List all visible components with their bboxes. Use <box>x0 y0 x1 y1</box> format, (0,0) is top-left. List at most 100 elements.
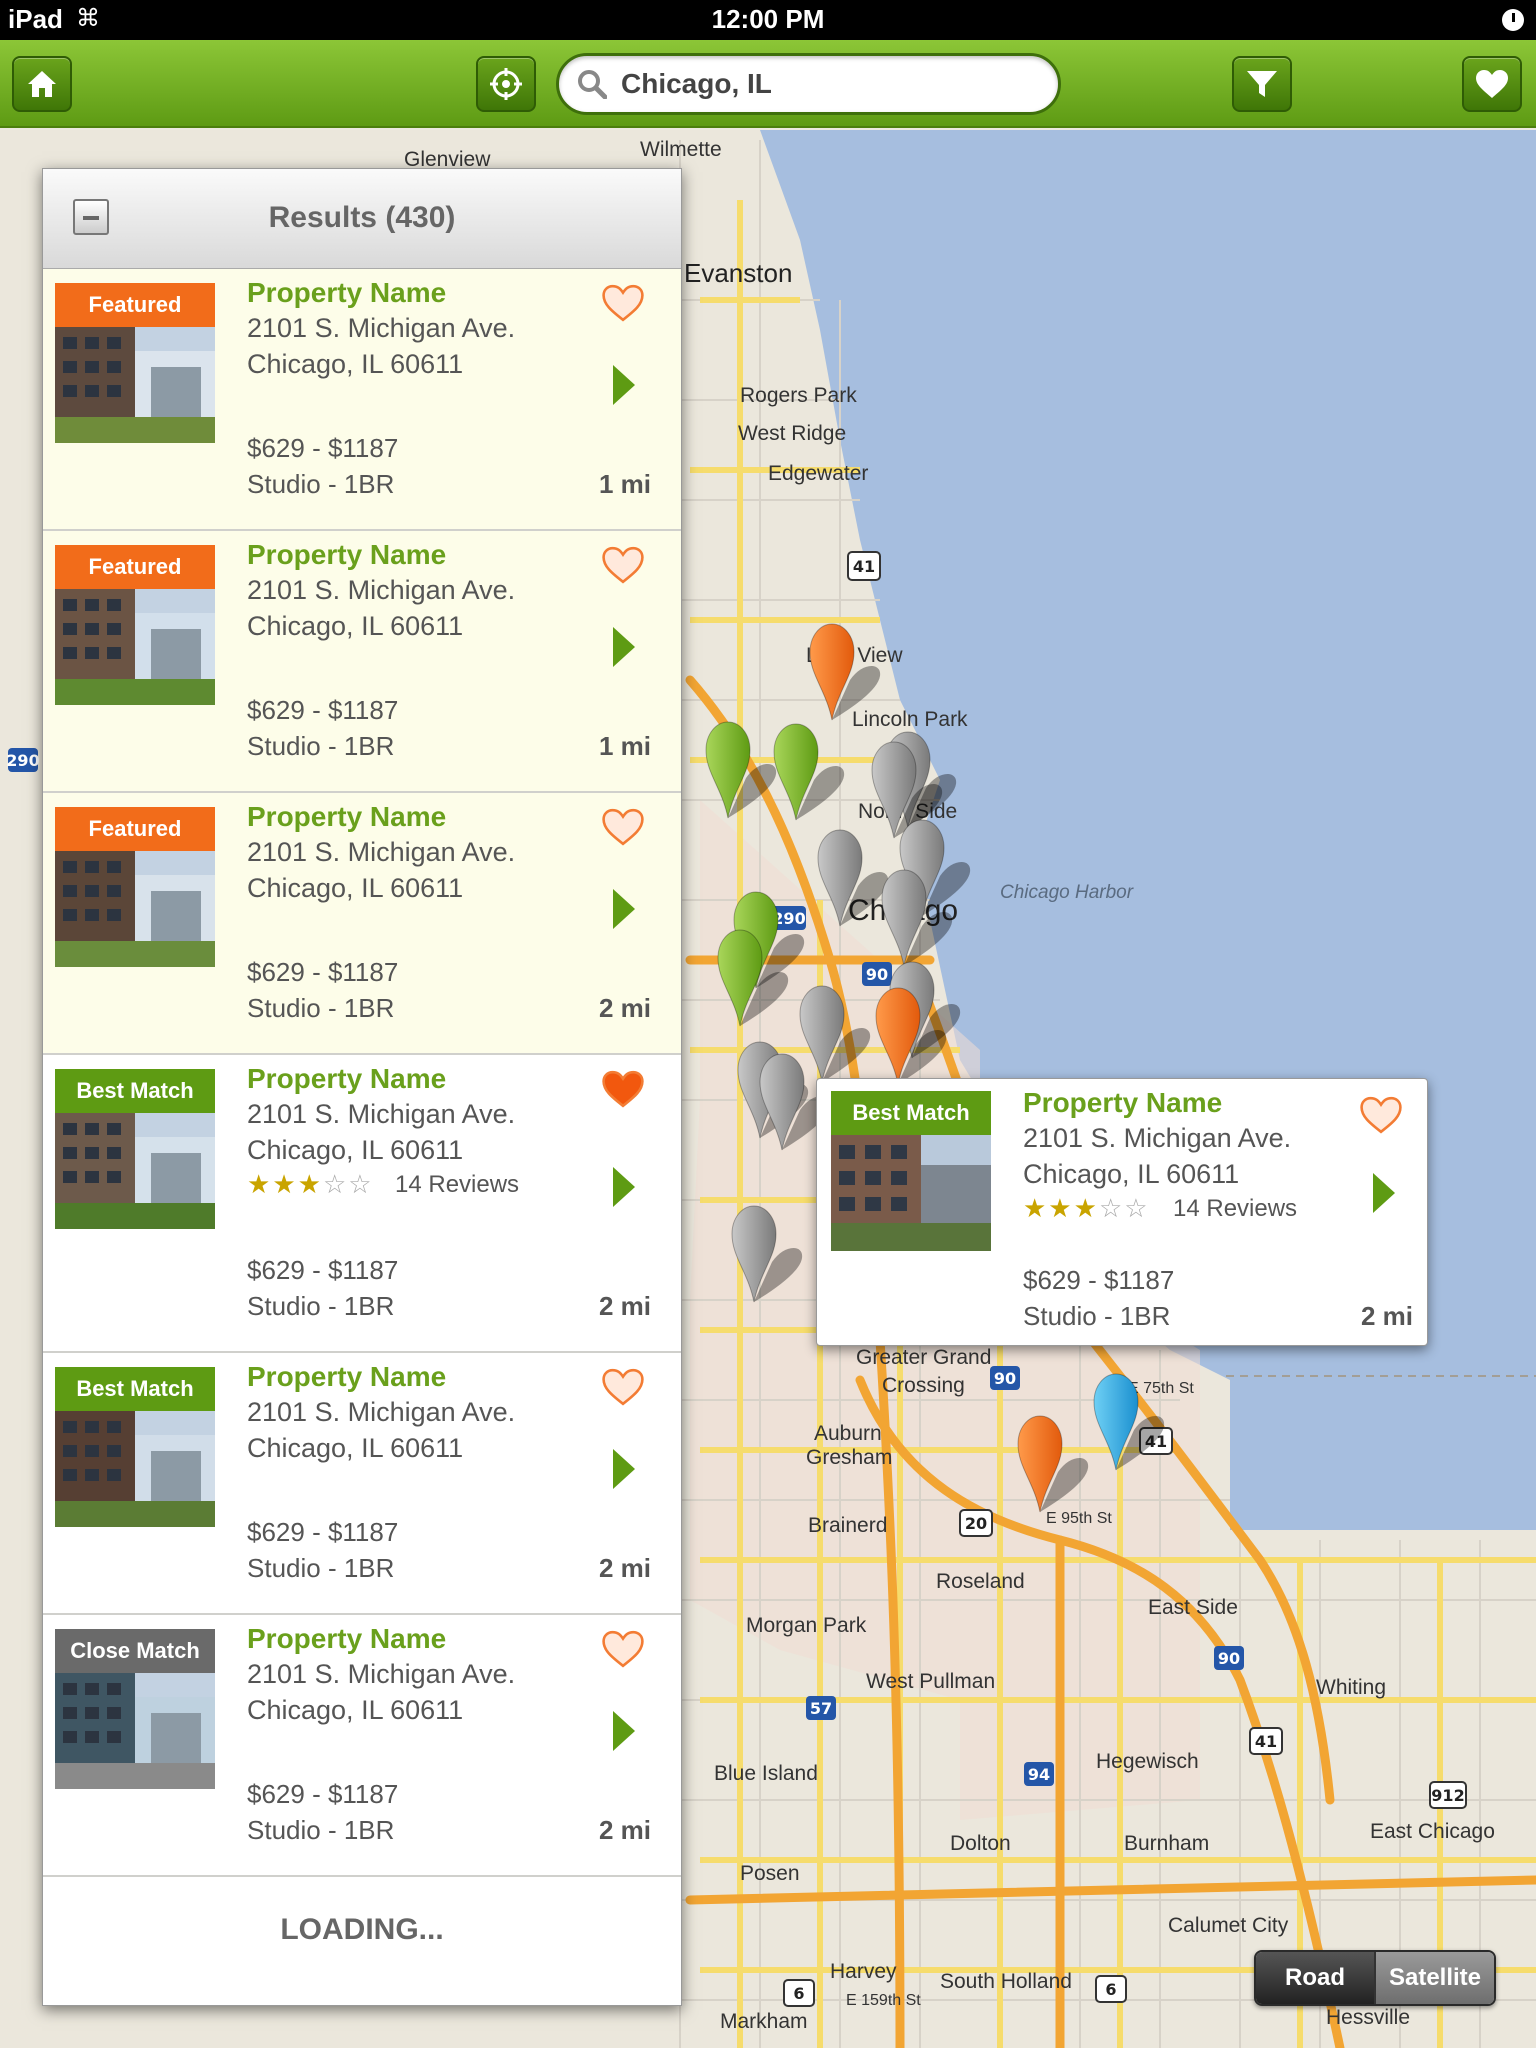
property-callout[interactable]: Best Match Property Name 2101 S. Michiga… <box>816 1078 1428 1346</box>
results-title: Results (430) <box>268 201 456 234</box>
map-label: East Side <box>1148 1596 1238 1619</box>
property-name[interactable]: Property Name <box>1023 1087 1222 1119</box>
property-photo <box>55 1411 215 1527</box>
address-line-2: Chicago, IL 60611 <box>247 611 464 641</box>
map-label: Lake View <box>806 644 903 667</box>
listing-item[interactable]: Best Match Property Name 2101 S. Michigan… <box>43 1055 681 1353</box>
favorites-button[interactable] <box>1462 56 1522 112</box>
favorite-heart-icon[interactable] <box>601 1069 645 1109</box>
property-photo <box>55 327 215 443</box>
search-icon <box>578 70 607 99</box>
svg-text:94: 94 <box>1028 1765 1050 1784</box>
address-line-1: 2101 S. Michigan Ave. <box>247 313 516 343</box>
map-label: Gresham <box>806 1446 893 1469</box>
property-name[interactable]: Property Name <box>247 1063 446 1095</box>
distance: 2 mi <box>598 1553 651 1583</box>
unit-types: Studio - 1BR <box>247 993 395 1023</box>
map-label: Posen <box>740 1862 800 1885</box>
map-label: Calumet City <box>1168 1914 1289 1937</box>
price-range: $629 - $1187 <box>247 1779 399 1809</box>
listing-item[interactable]: Featured Property Name 2101 S. Michigan A… <box>43 531 681 793</box>
svg-text:41: 41 <box>1255 1732 1277 1751</box>
property-photo <box>831 1135 991 1251</box>
details-arrow-icon[interactable] <box>613 1449 635 1489</box>
home-icon <box>28 71 56 97</box>
unit-types: Studio - 1BR <box>247 469 395 499</box>
distance: 2 mi <box>598 993 651 1023</box>
svg-text:6: 6 <box>1105 1980 1116 1999</box>
listing-badge: Close Match <box>55 1629 215 1673</box>
listing-badge: Featured <box>55 545 215 589</box>
favorite-heart-icon[interactable] <box>601 1629 645 1669</box>
distance: 1 mi <box>598 469 651 499</box>
filter-icon <box>1247 71 1277 97</box>
property-photo <box>55 851 215 967</box>
address-line-1: 2101 S. Michigan Ave. <box>247 575 516 605</box>
listing-item[interactable]: Close Match Property Name 2101 S. Michiga… <box>43 1615 681 1877</box>
property-name[interactable]: Property Name <box>247 277 446 309</box>
listing-item[interactable]: Featured Property Name 2101 S. Michigan A… <box>43 269 681 531</box>
alarm-icon <box>1502 9 1524 31</box>
map-label: Chicago Harbor <box>1000 882 1134 903</box>
unit-types: Studio - 1BR <box>247 1815 395 1845</box>
details-arrow-icon[interactable] <box>613 889 635 929</box>
favorite-heart-icon[interactable] <box>601 1367 645 1407</box>
map-label: Blue Island <box>714 1762 818 1785</box>
price-range: $629 - $1187 <box>1023 1265 1175 1295</box>
details-arrow-icon[interactable] <box>613 365 635 405</box>
svg-text:290: 290 <box>772 909 805 928</box>
distance: 2 mi <box>1360 1301 1413 1331</box>
property-name[interactable]: Property Name <box>247 539 446 571</box>
property-name[interactable]: Property Name <box>247 1623 446 1655</box>
details-arrow-icon[interactable] <box>613 627 635 667</box>
price-range: $629 - $1187 <box>247 695 399 725</box>
map-type-toggle: Road Satellite <box>1254 1950 1496 2006</box>
favorite-heart-icon[interactable] <box>601 283 645 323</box>
property-name[interactable]: Property Name <box>247 801 446 833</box>
map-label: Rogers Park <box>740 384 857 407</box>
details-arrow-icon[interactable] <box>613 1711 635 1751</box>
svg-text:912: 912 <box>1431 1786 1464 1805</box>
map-label: Whiting <box>1316 1676 1387 1699</box>
loading-indicator: LOADING... <box>280 1913 444 1946</box>
satellite-view-button[interactable]: Satellite <box>1374 1952 1494 2004</box>
map-label: Edgewater <box>768 462 869 485</box>
property-photo <box>55 1673 215 1789</box>
map-label: Dolton <box>950 1832 1011 1855</box>
map-label: Markham <box>720 2010 808 2033</box>
search-input[interactable] <box>619 67 1019 101</box>
price-range: $629 - $1187 <box>247 1255 399 1285</box>
locate-button[interactable] <box>476 56 536 112</box>
results-panel: Results (430) Featured Property Name 2101… <box>42 168 682 2006</box>
road-view-button[interactable]: Road <box>1256 1952 1374 2004</box>
property-photo <box>55 589 215 705</box>
map-label: South Holland <box>940 1970 1072 1993</box>
star-rating: ★★★☆☆ <box>247 1169 374 1199</box>
filter-button[interactable] <box>1232 56 1292 112</box>
unit-types: Studio - 1BR <box>247 1291 395 1321</box>
property-name[interactable]: Property Name <box>247 1361 446 1393</box>
favorite-heart-icon[interactable] <box>601 545 645 585</box>
home-button[interactable] <box>12 56 72 112</box>
address-line-1: 2101 S. Michigan Ave. <box>247 1099 516 1129</box>
listing-badge: Best Match <box>55 1367 215 1411</box>
heart-icon <box>1476 70 1508 98</box>
price-range: $629 - $1187 <box>247 1517 399 1547</box>
listing-item[interactable]: Best Match Property Name 2101 S. Michigan… <box>43 1353 681 1615</box>
details-arrow-icon[interactable] <box>613 1167 635 1207</box>
map-label: Chicago <box>848 894 959 927</box>
address-line-2: Chicago, IL 60611 <box>247 1433 464 1463</box>
favorite-heart-icon[interactable] <box>1359 1095 1403 1135</box>
map-label: Hessville <box>1326 2006 1411 2029</box>
details-arrow-icon[interactable] <box>1373 1173 1395 1213</box>
search-box[interactable] <box>556 53 1061 115</box>
distance: 2 mi <box>598 1815 651 1845</box>
address-line-2: Chicago, IL 60611 <box>247 873 464 903</box>
unit-types: Studio - 1BR <box>247 731 395 761</box>
favorite-heart-icon[interactable] <box>601 807 645 847</box>
map-label: E 159th St <box>846 1992 921 2009</box>
address-line-1: 2101 S. Michigan Ave. <box>247 1659 516 1689</box>
map-label: Morgan Park <box>746 1614 867 1637</box>
listing-item[interactable]: Featured Property Name 2101 S. Michigan A… <box>43 793 681 1055</box>
svg-text:57: 57 <box>810 1699 832 1718</box>
